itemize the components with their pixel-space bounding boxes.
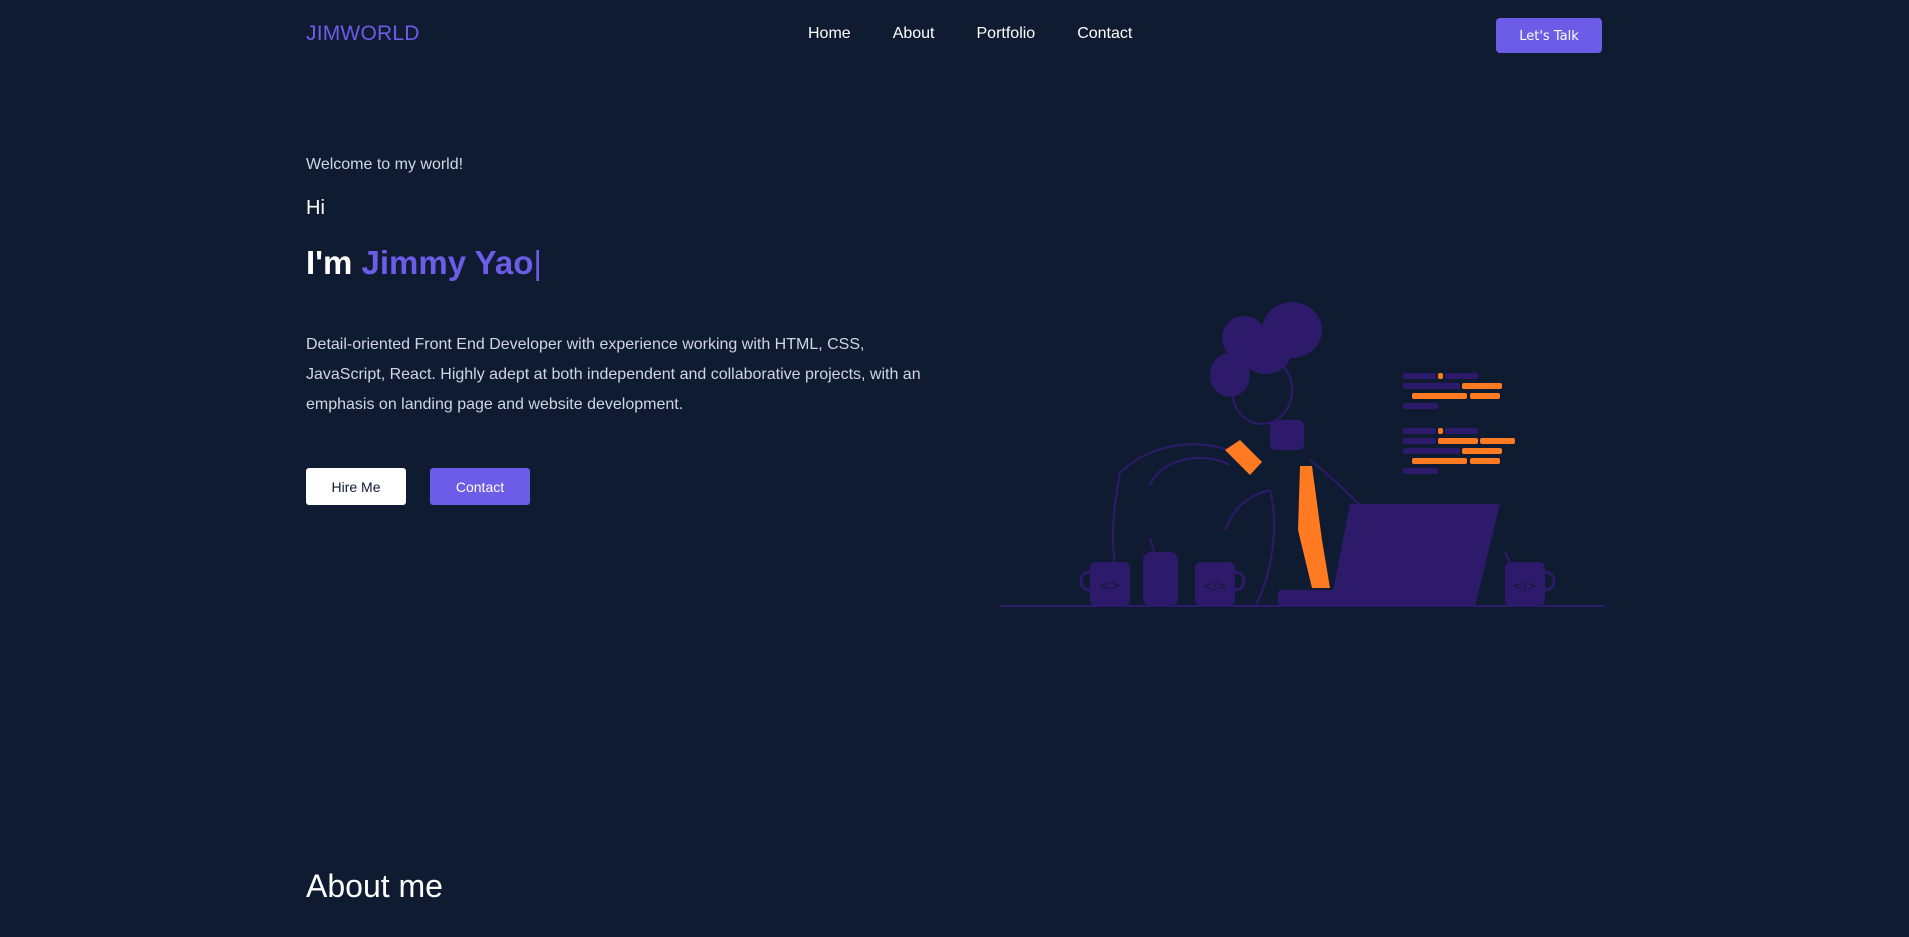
headline-name: Jimmy Yao [361,244,534,281]
nav-link-home[interactable]: Home [808,25,851,43]
nav-link-contact[interactable]: Contact [1077,25,1132,43]
svg-text:</>: </> [1513,579,1537,593]
contact-button[interactable]: Contact [430,468,530,505]
hi-text: Hi [306,197,325,219]
nav-link-about[interactable]: About [893,25,935,43]
typing-cursor: | [533,244,542,281]
navbar: JIMWORLD Home About Portfolio Contact Le… [0,0,1909,70]
brand-logo[interactable]: JIMWORLD [306,22,420,46]
lets-talk-button[interactable]: Let's Talk [1496,18,1602,53]
welcome-text: Welcome to my world! [306,156,464,173]
hire-me-button[interactable]: Hire Me [306,468,406,505]
headline: I'm Jimmy Yao| [306,244,542,282]
svg-text:</>: </> [1203,579,1227,593]
svg-text:<>: <> [1099,579,1121,594]
headline-prefix: I'm [306,244,353,281]
nav-link-portfolio[interactable]: Portfolio [977,25,1036,43]
bio-text: Detail-oriented Front End Developer with… [306,336,921,413]
about-section-title: About me [306,868,443,904]
developer-illustration: <> </> </> [1000,290,1605,610]
developer-at-laptop-illustration: <> </> </> [1000,302,1605,607]
nav-links: Home About Portfolio Contact [808,25,1132,43]
